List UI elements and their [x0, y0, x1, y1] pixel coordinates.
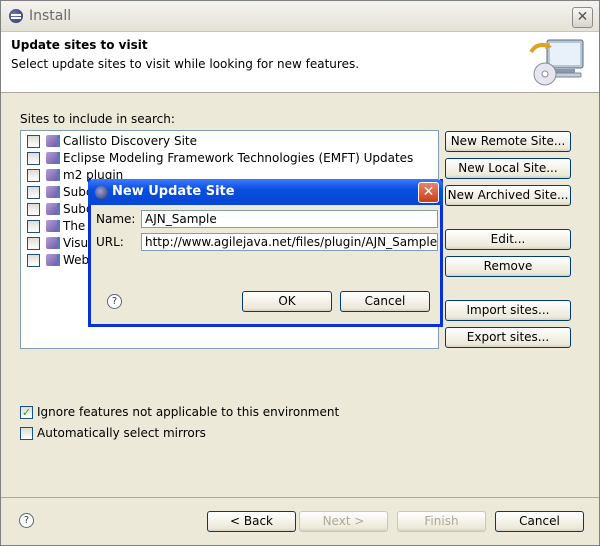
- import-sites-button[interactable]: Import sites...: [445, 300, 571, 321]
- dialog-close-button[interactable]: ✕: [418, 182, 439, 203]
- title-bar: Install ✕: [1, 1, 599, 32]
- ignore-features-checkbox[interactable]: ✓: [20, 406, 33, 419]
- update-site-icon: [46, 254, 60, 266]
- export-sites-button[interactable]: Export sites...: [445, 327, 571, 348]
- site-checkbox[interactable]: [27, 237, 40, 250]
- site-label: Eclipse Modeling Framework Technologies …: [63, 151, 414, 165]
- site-checkbox[interactable]: [27, 169, 40, 182]
- site-label: Web: [63, 253, 90, 267]
- cancel-button[interactable]: Cancel: [495, 511, 584, 532]
- footer-separator: [1, 497, 599, 498]
- update-site-icon: [46, 152, 60, 164]
- page-description: Select update sites to visit while looki…: [11, 57, 360, 71]
- new-archived-site-button[interactable]: New Archived Site...: [445, 185, 571, 206]
- install-wizard-icon: [529, 39, 584, 86]
- eclipse-app-icon: [9, 9, 23, 23]
- ignore-features-label: Ignore features not applicable to this e…: [37, 405, 340, 419]
- url-input[interactable]: http://www.agilejava.net/files/plugin/AJ…: [141, 233, 438, 251]
- auto-mirrors-checkbox[interactable]: [20, 427, 33, 440]
- dialog-cancel-button[interactable]: Cancel: [340, 291, 430, 312]
- site-checkbox[interactable]: [27, 152, 40, 165]
- update-site-icon: [46, 169, 60, 181]
- site-checkbox[interactable]: [27, 254, 40, 267]
- site-checkbox[interactable]: [27, 186, 40, 199]
- update-site-icon: [46, 186, 60, 198]
- site-checkbox[interactable]: [27, 135, 40, 148]
- finish-button[interactable]: Finish: [397, 511, 486, 532]
- site-label: The: [63, 219, 86, 233]
- next-button[interactable]: Next >: [299, 511, 388, 532]
- window-close-button[interactable]: ✕: [572, 7, 593, 28]
- install-window: Install ✕ Update sites to visit Select u…: [0, 0, 600, 546]
- window-title: Install: [29, 8, 72, 24]
- update-site-icon: [46, 203, 60, 215]
- dialog-help-icon[interactable]: ?: [107, 294, 122, 309]
- new-update-site-dialog: New Update Site ✕ Name: AJN_Sample URL: …: [88, 179, 443, 327]
- new-local-site-button[interactable]: New Local Site...: [445, 158, 571, 179]
- site-label: Visu: [63, 236, 89, 250]
- dialog-title: New Update Site: [112, 184, 235, 199]
- name-input[interactable]: AJN_Sample: [141, 210, 438, 228]
- update-site-icon: [46, 237, 60, 249]
- wizard-header: Update sites to visit Select update site…: [1, 32, 599, 93]
- name-label: Name:: [96, 212, 136, 226]
- page-title: Update sites to visit: [11, 38, 148, 52]
- update-site-icon: [46, 135, 60, 147]
- back-button[interactable]: < Back: [207, 511, 296, 532]
- eclipse-dialog-icon: [95, 186, 108, 199]
- help-icon[interactable]: ?: [19, 513, 34, 528]
- dialog-ok-button[interactable]: OK: [242, 291, 332, 312]
- update-site-icon: [46, 220, 60, 232]
- auto-mirrors-label: Automatically select mirrors: [37, 426, 206, 440]
- dialog-title-bar: New Update Site ✕: [88, 179, 443, 205]
- site-checkbox[interactable]: [27, 220, 40, 233]
- remove-site-button[interactable]: Remove: [445, 256, 571, 277]
- site-checkbox[interactable]: [27, 203, 40, 216]
- edit-site-button[interactable]: Edit...: [445, 229, 571, 250]
- site-label: Callisto Discovery Site: [63, 134, 197, 148]
- url-label: URL:: [96, 235, 124, 249]
- new-remote-site-button[interactable]: New Remote Site...: [445, 131, 571, 152]
- sites-section-label: Sites to include in search:: [20, 112, 175, 126]
